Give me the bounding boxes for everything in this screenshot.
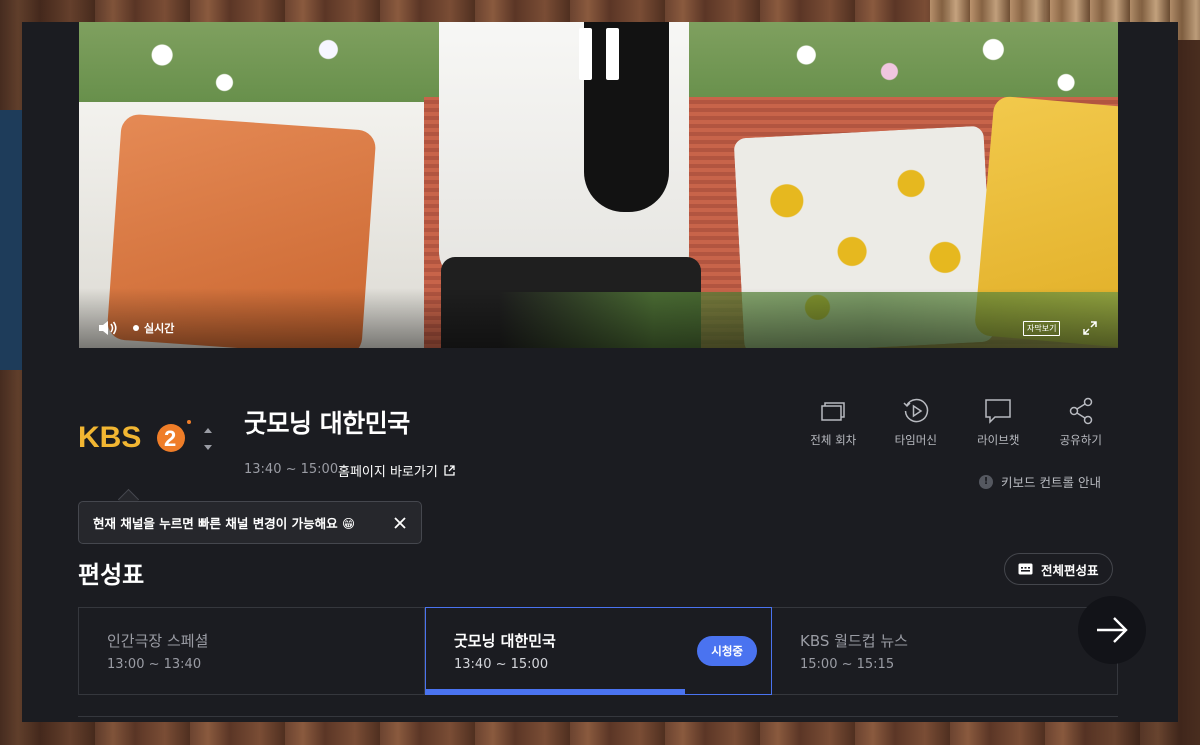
schedule-title: 편성표 [78,561,145,589]
share-button[interactable]: 공유하기 [1040,396,1123,448]
volume-icon[interactable] [98,319,120,337]
pause-button[interactable] [579,28,619,80]
pause-icon [606,28,619,80]
arrow-right-icon [1097,617,1128,643]
video-player[interactable]: 실시간 자막보기 [79,22,1118,348]
schedule-icon [1018,563,1033,575]
video-controls-gradient [79,288,1118,348]
program-actions: 전체 회차 타임머신 라이브챗 공유하기 [792,396,1122,448]
homepage-link[interactable]: 홈페이지 바로가기 [338,461,455,480]
chat-icon [985,399,1011,424]
tooltip-text: 현재 채널을 누르면 빠른 채널 변경이 가능해요 😁 [93,516,355,531]
close-icon[interactable] [393,516,407,530]
schedule-item[interactable]: KBS 월드컵 뉴스 15:00 ~ 15:15 [772,608,1117,694]
channel-logo-dot [187,420,191,424]
all-episodes-button[interactable]: 전체 회차 [792,396,875,448]
timemachine-label: 타임머신 [894,433,937,447]
channel-updown-arrows-icon[interactable] [202,425,214,453]
pause-icon [579,28,592,80]
schedule-item[interactable]: 인간극장 스페셜 13:00 ~ 13:40 [79,608,425,694]
timemachine-button[interactable]: 타임머신 [875,396,958,448]
schedule-list: 인간극장 스페셜 13:00 ~ 13:40 굿모닝 대한민국 13:40 ~ … [78,607,1118,695]
channel-logo-text: KBS [78,421,141,454]
program-title: 굿모닝 대한민국 [244,409,410,438]
keyboard-guide-link[interactable]: ! 키보드 컨트롤 안내 [979,472,1101,491]
channel-logo-kbs2[interactable]: KBS 2 [78,417,193,457]
episodes-icon [821,402,845,421]
external-link-icon [444,465,455,476]
share-label: 공유하기 [1059,433,1102,447]
timemachine-icon [903,398,928,423]
livechat-button[interactable]: 라이브챗 [957,396,1040,448]
full-schedule-label: 전체편성표 [1041,562,1099,578]
all-episodes-label: 전체 회차 [810,433,857,447]
schedule-item-time: 15:00 ~ 15:15 [800,657,895,672]
divider [78,716,1118,717]
share-icon [1069,397,1092,425]
schedule-item-title: KBS 월드컵 뉴스 [800,632,908,650]
live-dot-icon [133,325,139,331]
channel-logo-number: 2 [164,426,176,451]
homepage-link-label: 홈페이지 바로가기 [338,465,438,480]
schedule-item-title: 인간극장 스페셜 [107,632,209,650]
schedule-next-button[interactable] [1078,596,1146,664]
schedule-item-current[interactable]: 굿모닝 대한민국 13:40 ~ 15:00 시청중 [425,607,772,695]
livechat-label: 라이브챗 [977,433,1020,447]
live-indicator: 실시간 [133,320,174,336]
keyboard-guide-label: 키보드 컨트롤 안내 [1001,475,1101,490]
schedule-item-time: 13:00 ~ 13:40 [107,657,202,672]
program-progress-bar [426,689,685,694]
background-detail [0,110,22,370]
watching-badge: 시청중 [697,636,757,666]
fullscreen-icon[interactable] [1082,320,1098,336]
info-icon: ! [979,474,993,489]
player-panel: 실시간 자막보기 KBS 2 굿모닝 대한민국 13:40 ~ 15:00 홈페… [22,22,1178,722]
subtitle-button[interactable]: 자막보기 [1023,321,1061,336]
program-time: 13:40 ~ 15:00 [244,462,339,477]
full-schedule-button[interactable]: 전체편성표 [1004,553,1113,585]
channel-change-tooltip: 현재 채널을 누르면 빠른 채널 변경이 가능해요 😁 [78,501,422,544]
live-label: 실시간 [144,322,175,335]
